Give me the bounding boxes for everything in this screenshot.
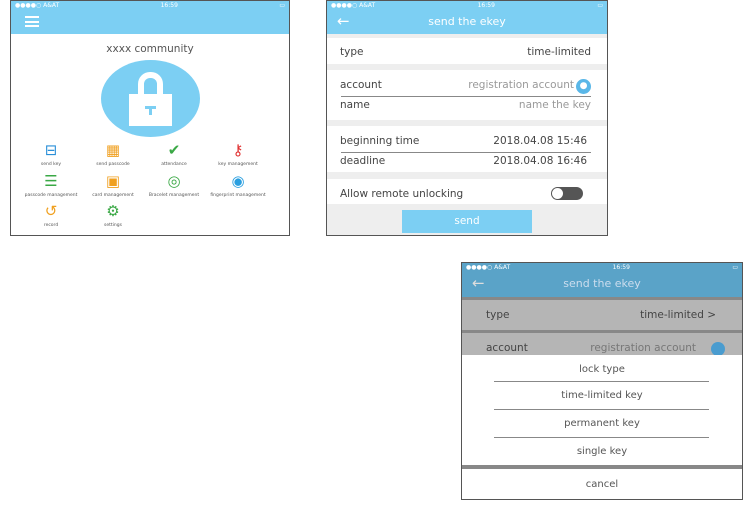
time: 16:59 bbox=[477, 2, 495, 9]
keypad-icon[interactable]: ▦ bbox=[103, 141, 123, 159]
cards-icon[interactable]: ▣ bbox=[103, 172, 123, 190]
menu-label[interactable]: key management bbox=[198, 162, 278, 167]
lock-type-sheet-screen: ●●●●○ A&AT 16:59 ▭ ← send the ekey type tim… bbox=[461, 262, 743, 500]
battery-icon: ▭ bbox=[732, 264, 738, 271]
status-bar: ●●●●○ A&AT 16:59 ▭ bbox=[327, 1, 607, 11]
carrier: ●●●●○ A&AT bbox=[331, 2, 376, 9]
lock-icon bbox=[129, 72, 172, 126]
history-icon[interactable]: ↺ bbox=[41, 202, 61, 220]
account-placeholder: registration account bbox=[590, 342, 696, 354]
carrier: ●●●●○ A&AT bbox=[466, 264, 511, 271]
type-label: type bbox=[340, 46, 364, 58]
type-value: time-limited bbox=[527, 46, 591, 58]
name-input[interactable]: name the key bbox=[519, 99, 591, 111]
gear-icon[interactable]: ⚙ bbox=[103, 202, 123, 220]
send-button[interactable]: send bbox=[402, 210, 532, 233]
time: 16:59 bbox=[160, 2, 178, 9]
name-label: name bbox=[340, 99, 370, 111]
contact-icon[interactable]: ● bbox=[576, 79, 591, 94]
contact-icon bbox=[711, 342, 725, 356]
time-section: beginning time 2018.04.08 15:46 deadline… bbox=[327, 126, 607, 172]
card-key-icon[interactable]: ⊟ bbox=[41, 141, 61, 159]
account-label: account bbox=[340, 79, 382, 91]
home-screen: ●●●●○ A&AT 16:59 ▭ xxxx community ⊟ send ke… bbox=[10, 0, 290, 236]
account-input[interactable]: registration account bbox=[468, 79, 574, 91]
type-row[interactable]: type time-limited bbox=[327, 38, 607, 64]
deadline-label: deadline bbox=[340, 155, 386, 167]
begin-time-value[interactable]: 2018.04.08 15:46 bbox=[493, 135, 587, 147]
carrier: ●●●●○ A&AT bbox=[15, 2, 60, 9]
menu-label[interactable]: settings bbox=[73, 223, 153, 228]
option-time-limited-key[interactable]: time-limited key bbox=[462, 390, 742, 401]
status-bar: ●●●●○ A&AT 16:59 ▭ bbox=[11, 1, 289, 11]
account-section: account registration account ● name name… bbox=[327, 70, 607, 120]
time: 16:59 bbox=[612, 264, 630, 271]
account-label: account bbox=[486, 342, 528, 354]
unlock-button[interactable] bbox=[101, 60, 200, 137]
remote-row: Allow remote unlocking bbox=[327, 179, 607, 204]
cancel-label: cancel bbox=[585, 479, 619, 490]
battery-icon: ▭ bbox=[597, 2, 603, 9]
lock-type-sheet: lock type time-limited key permanent key… bbox=[462, 355, 742, 465]
type-value: time-limited > bbox=[640, 309, 716, 321]
page-title: send the ekey bbox=[428, 15, 506, 28]
option-permanent-key[interactable]: permanent key bbox=[462, 418, 742, 429]
community-title: xxxx community bbox=[106, 43, 194, 55]
fingerprint-icon[interactable]: ◉ bbox=[228, 172, 248, 190]
begin-label: beginning time bbox=[340, 135, 420, 147]
list-icon[interactable]: ☰ bbox=[41, 172, 61, 190]
check-pin-icon[interactable]: ✔ bbox=[164, 141, 184, 159]
deadline-value[interactable]: 2018.04.08 16:46 bbox=[493, 155, 587, 167]
status-bar: ●●●●○ A&AT 16:59 ▭ bbox=[462, 263, 742, 273]
battery-icon: ▭ bbox=[279, 2, 285, 9]
page-title: send the ekey bbox=[563, 277, 641, 290]
remote-label: Allow remote unlocking bbox=[340, 188, 464, 200]
type-row: type time-limited > bbox=[462, 300, 742, 330]
type-label: type bbox=[486, 309, 510, 321]
cancel-button[interactable]: cancel bbox=[462, 469, 742, 499]
sheet-heading: lock type bbox=[579, 364, 625, 375]
send-ekey-screen: ●●●●○ A&AT 16:59 ▭ ← send the ekey type tim… bbox=[326, 0, 608, 236]
bracelet-icon[interactable]: ◎ bbox=[164, 172, 184, 190]
menu-icon[interactable] bbox=[25, 16, 39, 27]
option-single-key[interactable]: single key bbox=[462, 446, 742, 457]
remote-toggle[interactable] bbox=[551, 187, 583, 200]
menu-label[interactable]: fingerprint management bbox=[198, 193, 278, 198]
keys-icon[interactable]: ⚷ bbox=[228, 141, 248, 159]
